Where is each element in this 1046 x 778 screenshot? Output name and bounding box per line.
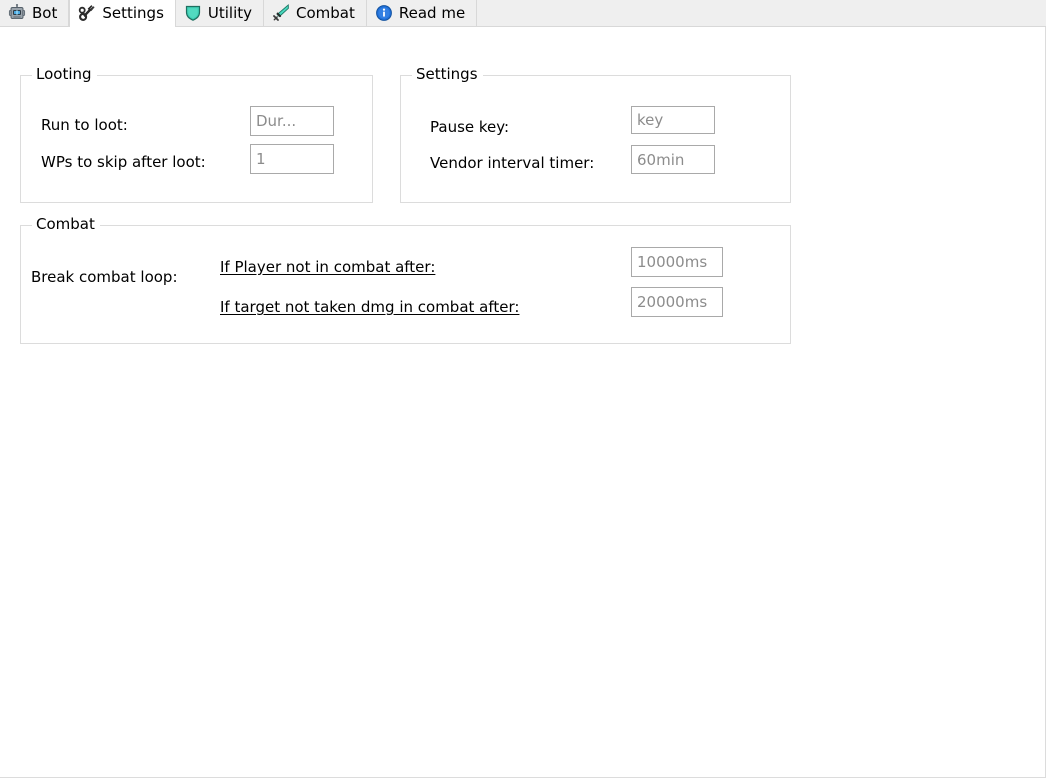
- tab-label: Utility: [207, 3, 253, 22]
- group-combat: Combat Break combat loop: If Player not …: [20, 215, 791, 344]
- tab-utility[interactable]: Utility: [175, 0, 265, 26]
- tab-combat[interactable]: Combat: [264, 0, 367, 26]
- if-player-not-in-combat-after-input[interactable]: [631, 247, 723, 277]
- tab-label: Read me: [398, 3, 466, 22]
- run-to-loot-input[interactable]: [250, 106, 334, 136]
- label-if-target-not-taken-dmg-in-combat-after: If target not taken dmg in combat after:: [220, 298, 520, 316]
- settings-panel: Looting Run to loot: WPs to skip after l…: [0, 27, 1046, 778]
- wrench-icon: [78, 4, 96, 22]
- group-title-combat: Combat: [32, 215, 100, 234]
- robot-icon: [8, 3, 26, 22]
- label-break-combat-loop: Break combat loop:: [31, 268, 178, 286]
- shield-icon: [184, 4, 202, 22]
- group-settings: Settings Pause key: Vendor interval time…: [400, 65, 791, 203]
- tab-label: Bot: [32, 3, 58, 22]
- tab-label: Settings: [102, 3, 164, 22]
- label-vendor-interval-timer: Vendor interval timer:: [430, 154, 595, 172]
- tab-label: Combat: [296, 3, 355, 22]
- info-icon: [375, 4, 393, 22]
- wps-to-skip-input[interactable]: [250, 144, 334, 174]
- if-target-not-taken-dmg-in-combat-after-input[interactable]: [631, 287, 723, 317]
- group-looting: Looting Run to loot: WPs to skip after l…: [20, 65, 373, 203]
- group-title-settings: Settings: [412, 65, 483, 84]
- sword-icon: [272, 3, 290, 22]
- label-wps-to-skip-after-loot: WPs to skip after loot:: [41, 153, 206, 171]
- pause-key-input[interactable]: [631, 106, 715, 134]
- label-if-player-not-in-combat-after: If Player not in combat after:: [220, 258, 436, 276]
- vendor-interval-timer-input[interactable]: [631, 145, 715, 174]
- group-title-looting: Looting: [32, 65, 97, 84]
- tab-bot[interactable]: Bot: [0, 0, 70, 26]
- tab-bar: Bot Settings Utility Combat Read me: [0, 0, 1046, 27]
- tab-bar-filler: [477, 0, 1046, 26]
- label-run-to-loot: Run to loot:: [41, 116, 128, 134]
- tab-settings[interactable]: Settings: [69, 0, 176, 27]
- tab-read-me[interactable]: Read me: [366, 0, 478, 26]
- label-pause-key: Pause key:: [430, 118, 510, 136]
- application-window: Bot Settings Utility Combat Read me Loot…: [0, 0, 1046, 778]
